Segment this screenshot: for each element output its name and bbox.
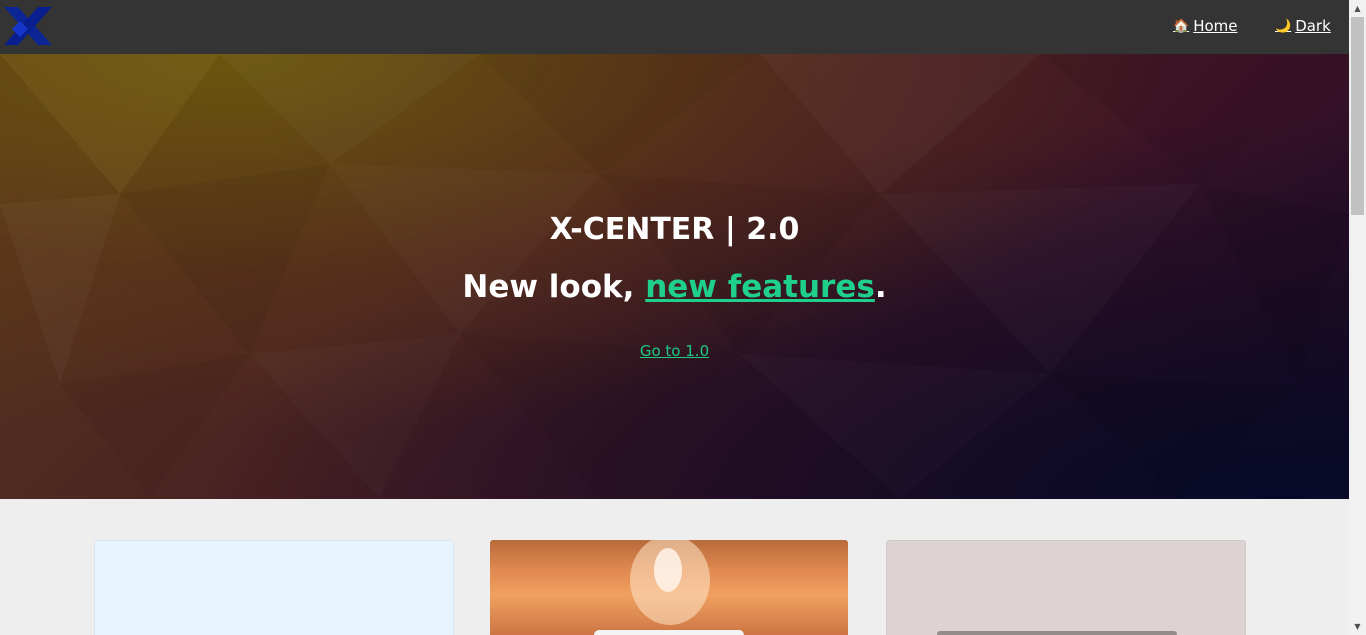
hero-title: X-CENTER | 2.0 [549, 212, 800, 247]
back-link-container: Go to 1.0 [0, 342, 1349, 360]
new-features-link[interactable]: new features [645, 269, 875, 305]
dark-mode-label: Dark [1295, 17, 1331, 35]
moon-icon: 🌙 [1275, 18, 1292, 34]
scroll-thumb[interactable] [1351, 17, 1364, 215]
scroll-down-arrow-icon[interactable]: ▼ [1349, 618, 1366, 635]
navbar: 🏠 Home 🌙 Dark [0, 0, 1349, 54]
house-icon: 🏠 [1173, 18, 1190, 34]
feature-card[interactable] [94, 540, 454, 635]
dark-mode-toggle[interactable]: 🌙 Dark [1275, 17, 1331, 35]
feature-card[interactable] [886, 540, 1246, 635]
home-link[interactable]: 🏠 Home [1173, 17, 1237, 35]
scroll-up-arrow-icon[interactable]: ▲ [1349, 0, 1366, 17]
x-logo-icon[interactable] [2, 5, 54, 47]
go-to-v1-link[interactable]: Go to 1.0 [640, 342, 709, 360]
hero-content: X-CENTER | 2.0 New look, new features. G… [0, 54, 1349, 499]
page-scrollbar[interactable]: ▲ ▼ [1349, 0, 1366, 635]
feature-card[interactable] [490, 540, 848, 635]
hero-subtitle-prefix: New look, [462, 269, 646, 305]
card-image [594, 540, 744, 635]
home-link-label: Home [1193, 17, 1238, 35]
page: 🏠 Home 🌙 Dark X-CENTER | 2.0 New look, n… [0, 0, 1349, 635]
hero-subtitle: New look, new features. [0, 269, 1349, 305]
card-image [937, 631, 1177, 635]
hero-banner: X-CENTER | 2.0 New look, new features. G… [0, 54, 1349, 499]
hero-subtitle-suffix: . [874, 269, 887, 305]
